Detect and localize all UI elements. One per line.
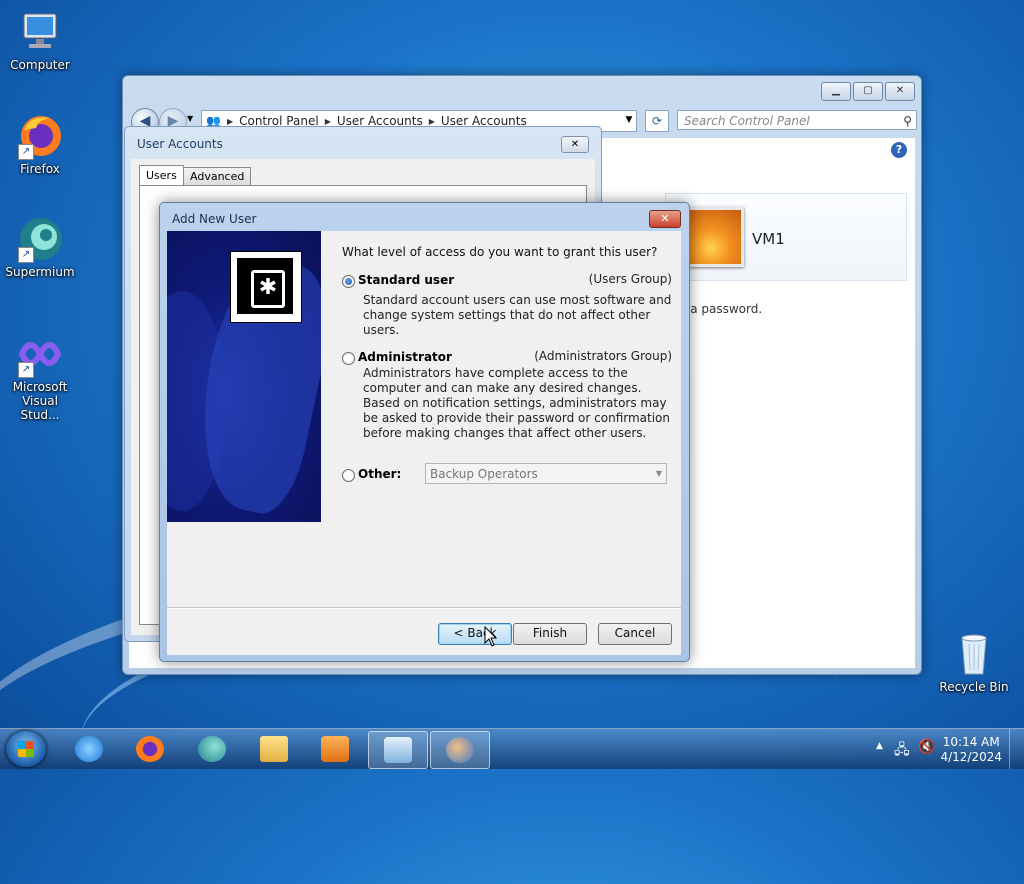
standard-user-group: (Users Group) xyxy=(588,272,672,286)
recent-pages-dropdown-icon[interactable]: ▼ xyxy=(187,114,193,123)
taskbar-internet-explorer[interactable] xyxy=(60,731,118,767)
firefox-icon: ↗ xyxy=(16,112,64,160)
desktop-icon-label: Computer xyxy=(10,58,70,72)
desktop-icon-label: Microsoft Visual Stud... xyxy=(12,380,68,422)
volume-muted-icon[interactable]: 🔇 xyxy=(918,739,935,755)
standard-user-label[interactable]: Standard user xyxy=(358,273,454,287)
media-player-icon xyxy=(321,736,349,762)
breadcrumb-separator-icon: ▶ xyxy=(226,116,234,126)
desktop-icon-visual-studio[interactable]: ↗ Microsoft Visual Stud... xyxy=(2,330,78,422)
user-card: VM1 xyxy=(665,193,907,281)
password-link-text[interactable]: e a password. xyxy=(679,302,762,316)
mouse-cursor-icon xyxy=(484,626,498,647)
control-panel-icon xyxy=(384,737,412,763)
supermium-icon: ↗ xyxy=(16,215,64,263)
tab-advanced[interactable]: Advanced xyxy=(183,167,252,185)
clock-time: 10:14 AM xyxy=(942,735,1000,749)
taskbar-media-player[interactable] xyxy=(306,731,364,767)
desktop-icon-label: Recycle Bin xyxy=(939,680,1009,694)
add-new-user-dialog: Add New User ✕ ✱ What level of access do… xyxy=(159,202,690,662)
taskbar-user-accounts[interactable] xyxy=(430,731,490,769)
administrator-label[interactable]: Administrator xyxy=(358,350,452,364)
start-button[interactable] xyxy=(6,731,46,767)
desktop-icon-label: Firefox xyxy=(20,162,60,176)
cancel-button[interactable]: Cancel xyxy=(598,623,672,645)
internet-explorer-icon xyxy=(75,736,103,762)
key-icon: ✱ xyxy=(230,251,302,323)
desktop-icon-firefox[interactable]: ↗ Firefox xyxy=(2,112,78,176)
shortcut-arrow-icon: ↗ xyxy=(18,362,34,378)
dialog-title: User Accounts xyxy=(137,137,223,151)
search-icon[interactable]: ⚲ xyxy=(903,111,912,131)
close-button[interactable]: ✕ xyxy=(561,136,589,153)
dialog-title: Add New User xyxy=(172,212,257,226)
network-icon[interactable]: 🖧 xyxy=(894,739,910,763)
shortcut-arrow-icon: ↗ xyxy=(18,247,34,263)
desktop-icon-supermium[interactable]: ↗ Supermium xyxy=(2,215,78,279)
tab-users[interactable]: Users xyxy=(139,165,184,186)
access-question: What level of access do you want to gran… xyxy=(342,245,658,259)
help-icon[interactable]: ? xyxy=(891,142,907,158)
recycle-bin-icon xyxy=(950,630,998,678)
taskbar-firefox[interactable] xyxy=(121,731,179,767)
desktop-icon-computer[interactable]: Computer xyxy=(2,8,78,72)
system-tray: ▲ 🖧 🔇 10:14 AM 4/12/2024 xyxy=(864,729,1024,769)
close-button[interactable]: ✕ xyxy=(649,210,681,228)
folder-icon xyxy=(260,736,288,762)
visual-studio-icon: ↗ xyxy=(16,330,64,378)
desktop-icon-recycle-bin[interactable]: Recycle Bin xyxy=(936,630,1012,694)
users-icon xyxy=(446,737,474,763)
address-dropdown-icon[interactable]: ▼ xyxy=(619,110,639,130)
computer-icon xyxy=(16,8,64,56)
standard-user-radio[interactable] xyxy=(342,275,355,288)
taskbar-supermium[interactable] xyxy=(183,731,241,767)
minimize-button[interactable]: ▁ xyxy=(821,82,851,101)
windows-logo-icon xyxy=(18,741,34,757)
other-group-select[interactable]: Backup Operators ▼ xyxy=(425,463,667,484)
administrator-radio[interactable] xyxy=(342,352,355,365)
other-group-value: Backup Operators xyxy=(430,467,538,481)
standard-user-description: Standard account users can use most soft… xyxy=(363,293,672,337)
user-name: VM1 xyxy=(752,230,785,248)
close-button[interactable]: ✕ xyxy=(885,82,915,101)
search-input[interactable]: Search Control Panel ⚲ xyxy=(677,110,917,130)
divider xyxy=(167,607,681,609)
shortcut-arrow-icon: ↗ xyxy=(18,144,34,160)
show-desktop-button[interactable] xyxy=(1009,729,1024,769)
show-hidden-icons-icon[interactable]: ▲ xyxy=(876,741,883,751)
other-label[interactable]: Other: xyxy=(358,467,401,481)
finish-button[interactable]: Finish xyxy=(513,623,587,645)
administrator-description: Administrators have complete access to t… xyxy=(363,366,671,440)
taskbar: ▲ 🖧 🔇 10:14 AM 4/12/2024 xyxy=(0,728,1024,769)
clock-date: 4/12/2024 xyxy=(940,750,1002,764)
chevron-down-icon: ▼ xyxy=(655,469,662,478)
wizard-banner-image: ✱ xyxy=(167,231,321,522)
search-placeholder: Search Control Panel xyxy=(684,114,810,128)
other-radio[interactable] xyxy=(342,469,355,482)
back-button[interactable]: < Back xyxy=(438,623,512,645)
taskbar-control-panel[interactable] xyxy=(368,731,428,769)
administrator-group: (Administrators Group) xyxy=(534,349,672,363)
window-caption-buttons: ▁ ▢ ✕ xyxy=(821,82,915,101)
maximize-button[interactable]: ▢ xyxy=(853,82,883,101)
firefox-icon xyxy=(136,736,164,762)
supermium-icon xyxy=(198,736,226,762)
dialog-body: ✱ What level of access do you want to gr… xyxy=(167,231,681,655)
breadcrumb-separator-icon: ▶ xyxy=(324,116,331,126)
desktop-icon-label: Supermium xyxy=(5,265,75,279)
refresh-icon[interactable]: ⟳ xyxy=(645,110,669,132)
user-avatar xyxy=(684,207,744,267)
breadcrumb-separator-icon: ▶ xyxy=(428,116,435,126)
clock[interactable]: 10:14 AM 4/12/2024 xyxy=(940,735,1002,765)
taskbar-file-explorer[interactable] xyxy=(245,731,303,767)
